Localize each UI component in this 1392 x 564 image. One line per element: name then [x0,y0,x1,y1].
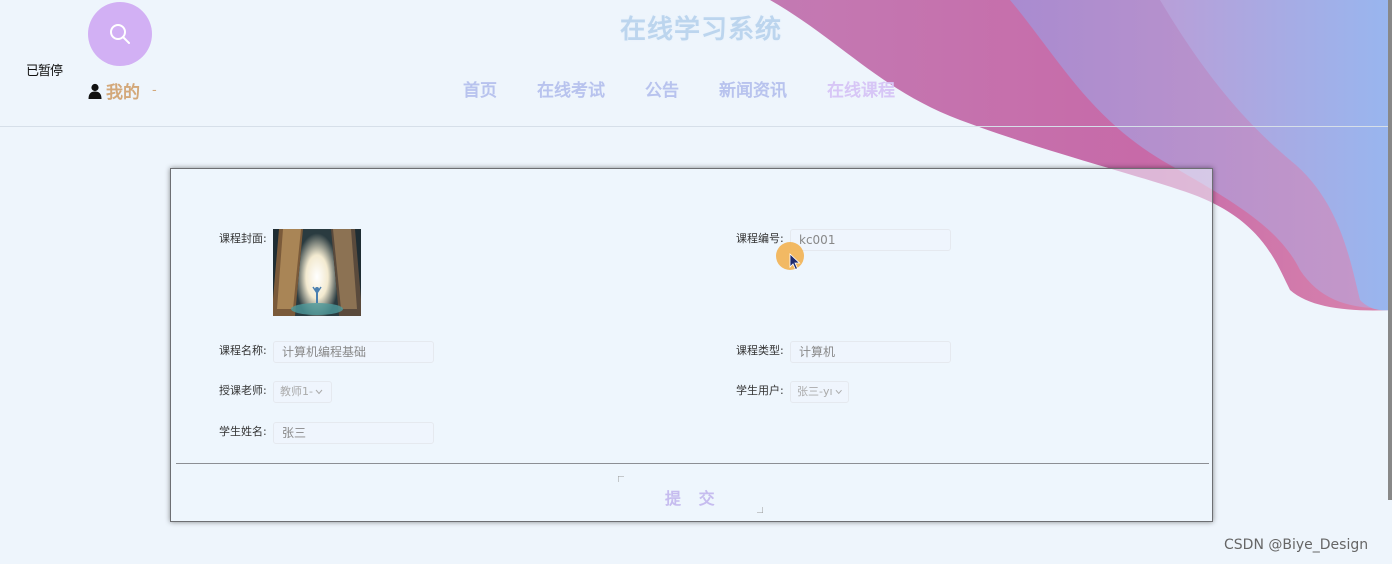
user-icon [88,83,102,99]
watermark-text: CSDN @Biye_Design [1224,537,1369,553]
name-label: 课程名称: [219,344,267,357]
type-label: 课程类型: [736,344,784,357]
status-text: 已暂停 [26,64,63,79]
nav-item-announcement[interactable]: 公告 [645,76,679,101]
nav-item-news[interactable]: 新闻资讯 [719,76,787,101]
teacher-select-value: 教师1- [280,385,313,398]
user-menu[interactable]: 我的 - [88,78,157,103]
cover-picture [273,229,361,316]
chevron-down-icon [315,389,323,395]
nav-item-online-exam[interactable]: 在线考试 [537,76,605,101]
search-button[interactable] [88,2,152,66]
scrollbar[interactable] [1388,0,1392,500]
submit-button[interactable]: 提 交 [665,485,721,509]
user-suffix: - [152,83,157,98]
course-type-input[interactable]: 计算机 [790,341,951,363]
student-name-input[interactable]: 张三 [273,422,434,444]
course-name-input[interactable]: 计算机编程基础 [273,341,434,363]
user-label: 我的 [106,83,140,103]
course-form: 课程封面: 课程编号: kc001 课程名称: 计算机编程基础 课程类型: 计算… [170,168,1213,522]
form-divider [176,463,1209,464]
student-user-label: 学生用户: [736,384,784,397]
nav-item-home[interactable]: 首页 [463,76,497,101]
teacher-select[interactable]: 教师1- [273,381,332,403]
corner-bottom-right-icon [757,507,763,513]
search-icon [110,24,130,44]
mouse-cursor-icon [789,253,801,271]
course-cover-image[interactable] [273,229,361,316]
teacher-label: 授课老师: [219,384,267,397]
nav-item-online-course[interactable]: 在线课程 [827,76,895,101]
student-user-select[interactable]: 张三-yı [790,381,849,403]
student-user-select-value: 张三-yı [797,385,833,398]
main-nav: 首页 在线考试 公告 新闻资讯 在线课程 [463,76,895,101]
cover-label: 课程封面: [219,232,267,245]
site-header: 已暂停 我的 - 在线学习系统 首页 在线考试 公告 新闻资讯 在线课程 [0,0,1392,127]
code-label: 课程编号: [736,232,784,245]
chevron-down-icon [835,389,842,395]
corner-top-left-icon [618,476,624,482]
site-title: 在线学习系统 [620,15,783,45]
course-code-input[interactable]: kc001 [790,229,951,251]
student-name-label: 学生姓名: [219,425,267,438]
